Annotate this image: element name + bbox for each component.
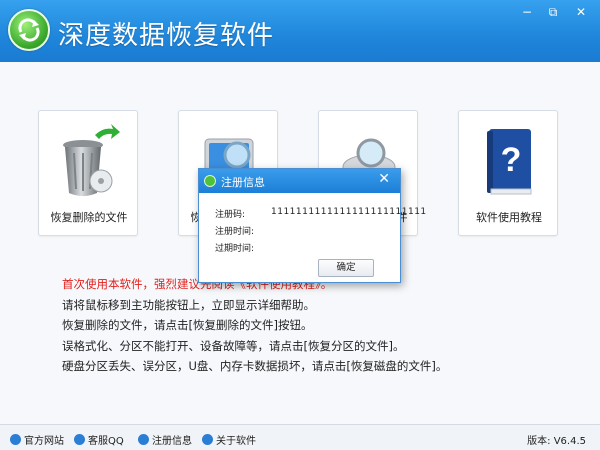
- minimize-button[interactable]: −: [516, 3, 538, 21]
- recover-deleted-files-button[interactable]: 恢复删除的文件: [38, 110, 138, 236]
- status-link-label: 注册信息: [152, 436, 192, 447]
- info-icon: [202, 434, 213, 445]
- help-line: 请将鼠标移到主功能按钮上，立即显示详细帮助。: [62, 297, 315, 312]
- registration-code-label: 注册码:: [215, 210, 246, 220]
- registration-dialog: 注册信息 ✕ 注册码: 1111111111111111111111111 注册…: [198, 168, 426, 283]
- dialog-title: 注册信息: [221, 176, 265, 189]
- ok-button[interactable]: 确定: [318, 259, 374, 277]
- official-site-link[interactable]: 官方网站: [10, 432, 64, 447]
- close-button[interactable]: ✕: [568, 3, 594, 21]
- help-text: 首次使用本软件，强烈建议先阅读《软件使用教程》。 请将鼠标移到主功能按钮上，立即…: [62, 274, 447, 377]
- qq-icon: [74, 434, 85, 445]
- dialog-close-button[interactable]: ✕: [378, 171, 390, 187]
- app-logo-icon: [204, 175, 216, 187]
- help-line: 误格式化、分区不能打开、设备故障等，请点击[恢复分区的文件]。: [62, 338, 405, 353]
- restore-button[interactable]: ⧉: [542, 3, 564, 21]
- feature-label: 软件使用教程: [476, 211, 542, 224]
- expiry-time-label: 过期时间:: [215, 244, 255, 254]
- about-software-link[interactable]: 关于软件: [202, 432, 256, 447]
- svg-text:?: ?: [501, 141, 522, 179]
- status-link-label: 客服QQ: [88, 436, 124, 447]
- title-bar: 深度数据恢复软件 − ⧉ ✕: [0, 0, 600, 62]
- help-line: 恢复删除的文件，请点击[恢复删除的文件]按钮。: [62, 318, 313, 332]
- status-link-label: 关于软件: [216, 436, 256, 447]
- user-icon: [138, 434, 149, 445]
- software-tutorial-button[interactable]: ? 软件使用教程: [458, 110, 558, 236]
- app-title: 深度数据恢复软件: [58, 21, 275, 51]
- feature-label: 恢复删除的文件: [50, 211, 128, 224]
- registration-time-label: 注册时间:: [215, 227, 255, 237]
- version-label: 版本: V6.4.5: [527, 436, 586, 447]
- registration-code-value: 1111111111111111111111111: [271, 207, 427, 217]
- help-book-icon: ?: [487, 129, 532, 195]
- recycle-bin-icon: [63, 124, 120, 196]
- home-icon: [10, 434, 21, 445]
- status-bar: 官方网站 客服QQ 注册信息 关于软件 版本: V6.4.5: [0, 424, 600, 450]
- dialog-header: 注册信息 ✕: [199, 169, 400, 193]
- help-line: 硬盘分区丢失、误分区，U盘、内存卡数据损坏，请点击[恢复磁盘的文件]。: [62, 359, 448, 373]
- support-qq-link[interactable]: 客服QQ: [74, 432, 124, 447]
- status-link-label: 官方网站: [24, 436, 64, 447]
- window-controls: − ⧉ ✕: [516, 3, 594, 21]
- registration-info-link[interactable]: 注册信息: [138, 432, 192, 447]
- app-logo-icon: [8, 9, 50, 51]
